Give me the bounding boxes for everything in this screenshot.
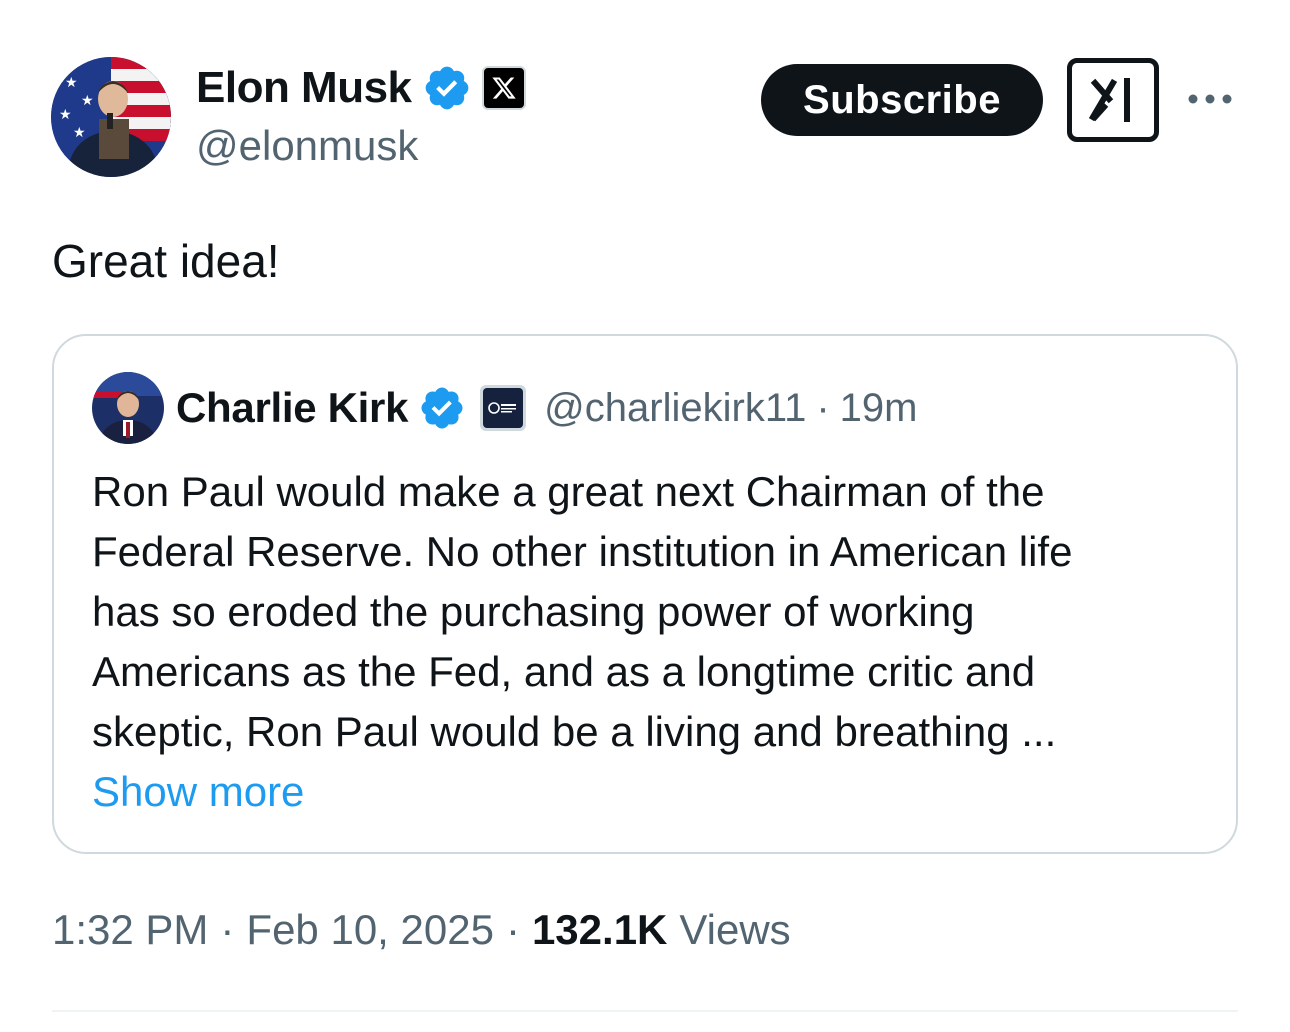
verified-badge-icon[interactable] bbox=[418, 384, 466, 432]
quote-body-line: Americans as the Fed, and as a longtime … bbox=[92, 648, 1036, 695]
quote-author-handle[interactable]: @charliekirk11 bbox=[544, 386, 806, 431]
tweet-text: Great idea! bbox=[52, 235, 280, 287]
quote-avatar-image bbox=[92, 372, 164, 444]
x-logo-icon bbox=[491, 77, 516, 99]
quote-body-line: Federal Reserve. No other institution in… bbox=[92, 528, 1073, 575]
quote-author-name[interactable]: Charlie Kirk bbox=[176, 384, 408, 432]
quote-separator: · bbox=[816, 385, 830, 430]
verified-badge-icon[interactable] bbox=[422, 63, 472, 113]
tweet-time[interactable]: 1:32 PM bbox=[52, 906, 208, 954]
author-avatar-image: ★ ★ ★ ★ bbox=[51, 57, 171, 177]
quote-timestamp[interactable]: 19m bbox=[840, 386, 918, 431]
views-label: Views bbox=[679, 906, 791, 953]
affiliate-badge[interactable] bbox=[480, 385, 527, 431]
show-more-link[interactable]: Show more bbox=[92, 768, 304, 815]
more-options-button[interactable] bbox=[1185, 84, 1235, 114]
quoted-tweet-card[interactable]: Charlie Kirk @charliekirk11 · 19m Ron Pa… bbox=[52, 334, 1238, 854]
more-dots-icon bbox=[1188, 94, 1232, 104]
meta-separator: · bbox=[220, 906, 235, 953]
author-handle[interactable]: @elonmusk bbox=[196, 122, 418, 170]
svg-text:★: ★ bbox=[65, 75, 78, 91]
grok-button[interactable] bbox=[1067, 58, 1159, 142]
views-count: 132.1K bbox=[531, 906, 668, 953]
svg-text:★: ★ bbox=[59, 107, 72, 123]
quote-body: Ron Paul would make a great next Chairma… bbox=[92, 462, 1212, 822]
quote-header: Charlie Kirk @charliekirk11 · 19m bbox=[176, 380, 917, 436]
author-name[interactable]: Elon Musk bbox=[196, 63, 412, 113]
subscribe-button[interactable]: Subscribe bbox=[761, 64, 1043, 136]
divider bbox=[52, 1010, 1238, 1012]
quote-body-line: Ron Paul would make a great next Chairma… bbox=[92, 468, 1045, 515]
quote-author-avatar[interactable] bbox=[92, 372, 164, 444]
author-avatar[interactable]: ★ ★ ★ ★ bbox=[51, 57, 171, 177]
x-affiliate-badge[interactable] bbox=[481, 66, 526, 110]
svg-text:★: ★ bbox=[81, 93, 94, 109]
svg-text:★: ★ bbox=[73, 125, 86, 141]
grok-icon bbox=[1088, 78, 1130, 122]
affiliate-badge-icon bbox=[483, 388, 524, 428]
tweet-date[interactable]: Feb 10, 2025 bbox=[246, 906, 494, 954]
author-name-row: Elon Musk bbox=[196, 60, 526, 116]
tweet-meta: 1:32 PM · Feb 10, 2025 · 132.1K Views bbox=[52, 906, 791, 954]
meta-separator: · bbox=[505, 906, 520, 953]
quote-body-line: skeptic, Ron Paul would be a living and … bbox=[92, 708, 1057, 755]
quote-body-line: has so eroded the purchasing power of wo… bbox=[92, 588, 975, 635]
